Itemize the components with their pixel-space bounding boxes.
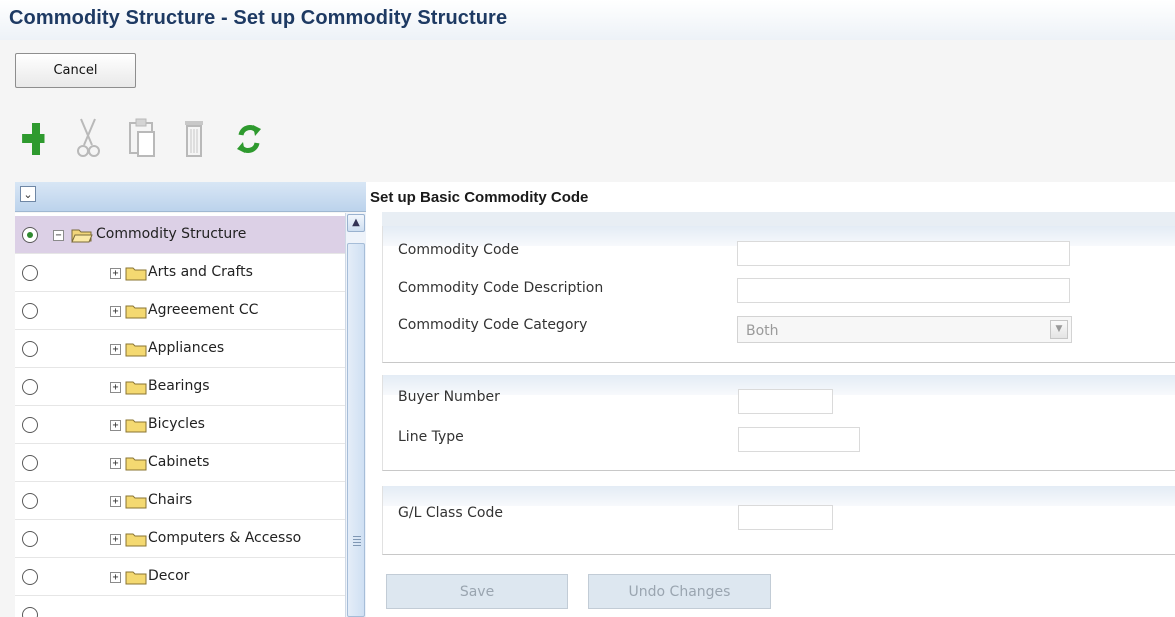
expand-node-icon[interactable]: + [110, 306, 121, 317]
row-radio[interactable] [22, 341, 38, 357]
row-radio[interactable] [22, 569, 38, 585]
tree-label: Agreeement CC [148, 302, 259, 318]
scroll-thumb[interactable] [347, 243, 365, 617]
tree-label: Bicycles [148, 416, 205, 432]
folder-icon [125, 267, 147, 281]
commodity-section: Commodity Code Commodity Code Descriptio… [382, 226, 1175, 363]
description-input[interactable] [737, 278, 1070, 303]
folder-icon [125, 419, 147, 433]
detail-panel: Set up Basic Commodity Code Commodity Co… [366, 182, 1175, 617]
save-button[interactable]: Save [386, 574, 568, 609]
tree-header: ⌄ [15, 182, 366, 212]
row-radio[interactable] [22, 493, 38, 509]
gl-class-input[interactable] [738, 505, 833, 530]
open-folder-icon [71, 229, 93, 243]
scroll-up-arrow-icon[interactable]: ▲ [347, 214, 365, 232]
tree-row-root[interactable]: − Commodity Structure [15, 216, 345, 254]
row-radio[interactable] [22, 227, 38, 243]
collapse-toggle[interactable]: ⌄ [20, 186, 36, 202]
category-select[interactable]: Both ▼ [737, 316, 1072, 343]
buyer-section: Buyer Number Line Type [382, 375, 1175, 471]
row-radio[interactable] [22, 531, 38, 547]
expand-node-icon[interactable]: + [110, 344, 121, 355]
tree-row[interactable]: + Bicycles [15, 406, 345, 444]
commodity-code-input[interactable] [737, 241, 1070, 266]
form-title: Set up Basic Commodity Code [370, 189, 589, 206]
refresh-icon[interactable] [233, 117, 265, 161]
undo-changes-button[interactable]: Undo Changes [588, 574, 771, 609]
gl-class-label: G/L Class Code [398, 505, 503, 521]
row-radio[interactable] [22, 607, 38, 617]
row-radio[interactable] [22, 379, 38, 395]
tree-label: Arts and Crafts [148, 264, 253, 280]
expand-node-icon[interactable]: + [110, 572, 121, 583]
category-label: Commodity Code Category [398, 317, 588, 333]
expand-node-icon[interactable]: + [110, 382, 121, 393]
row-radio[interactable] [22, 455, 38, 471]
tree-row[interactable]: + Decor [15, 558, 345, 596]
tree-label: Computers & Accesso [148, 530, 302, 546]
tree-label: Commodity Structure [96, 226, 247, 242]
tree-row[interactable]: + Agreeement CC [15, 292, 345, 330]
folder-icon [125, 495, 147, 509]
row-radio[interactable] [22, 303, 38, 319]
expand-node-icon[interactable]: + [110, 534, 121, 545]
tree-row[interactable]: + Appliances [15, 330, 345, 368]
tree-label: Appliances [148, 340, 225, 356]
expand-node-icon[interactable]: + [110, 420, 121, 431]
cut-icon[interactable] [72, 117, 104, 161]
cancel-button[interactable]: Cancel [15, 53, 136, 88]
title-bar: Commodity Structure - Set up Commodity S… [0, 0, 1175, 40]
expand-node-icon[interactable]: + [110, 458, 121, 469]
tree-row[interactable]: + Computers & Accesso [15, 520, 345, 558]
buyer-number-input[interactable] [738, 389, 833, 414]
paste-icon[interactable] [126, 117, 158, 161]
gl-section: G/L Class Code [382, 486, 1175, 555]
tree-row[interactable]: + Bearings [15, 368, 345, 406]
chevron-down-icon[interactable]: ▼ [1050, 320, 1068, 339]
folder-icon [125, 381, 147, 395]
description-label: Commodity Code Description [398, 280, 604, 296]
line-type-label: Line Type [398, 429, 464, 445]
category-value: Both [746, 323, 779, 339]
folder-icon [125, 533, 147, 547]
commodity-tree: − Commodity Structure + Arts and Crafts … [15, 213, 366, 617]
expand-node-icon[interactable]: + [110, 268, 121, 279]
commodity-code-label: Commodity Code [398, 242, 520, 258]
row-radio[interactable] [22, 417, 38, 433]
tree-row[interactable]: + Arts and Crafts [15, 254, 345, 292]
folder-icon [125, 305, 147, 319]
line-type-input[interactable] [738, 427, 860, 452]
folder-icon [125, 571, 147, 585]
buyer-number-label: Buyer Number [398, 389, 500, 405]
tree-scrollbar[interactable]: ▲ [345, 213, 366, 617]
tree-label: Chairs [148, 492, 193, 508]
delete-icon[interactable] [179, 117, 211, 161]
tree-row[interactable]: + Cabinets [15, 444, 345, 482]
tree-label: Bearings [148, 378, 210, 394]
collapse-node-icon[interactable]: − [53, 230, 64, 241]
grip-icon [353, 536, 361, 546]
row-radio[interactable] [22, 265, 38, 281]
section-band [383, 486, 1175, 506]
tree-label: Cabinets [148, 454, 210, 470]
folder-icon [125, 343, 147, 357]
tree-row-partial[interactable] [15, 596, 345, 617]
folder-icon [125, 457, 147, 471]
expand-node-icon[interactable]: + [110, 496, 121, 507]
tree-label: Decor [148, 568, 190, 584]
tree-row[interactable]: + Chairs [15, 482, 345, 520]
divider [382, 212, 1175, 226]
add-icon[interactable] [20, 117, 52, 161]
page-title: Commodity Structure - Set up Commodity S… [9, 7, 508, 29]
